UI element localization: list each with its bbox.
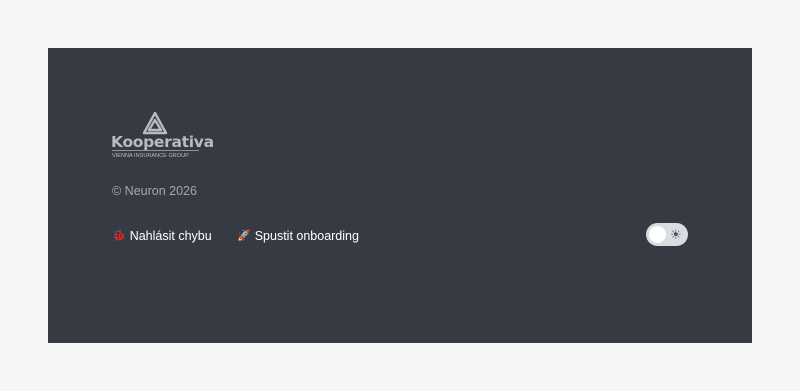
logo-mark-icon (142, 111, 168, 135)
theme-toggle[interactable]: ☀ (646, 223, 688, 246)
toggle-knob (649, 226, 666, 243)
bug-icon: 🐞 (112, 230, 126, 242)
report-bug-label: Nahlásit chybu (129, 229, 212, 243)
kooperativa-logo: Kooperativa VIENNA INSURANCE GROUP (111, 111, 214, 161)
sun-icon: ☀ (670, 227, 682, 242)
logo-tagline: VIENNA INSURANCE GROUP (112, 153, 189, 159)
copyright-text: © Neuron 2026 (112, 184, 197, 198)
logo-divider (112, 150, 199, 151)
start-onboarding-label: Spustit onboarding (254, 229, 359, 243)
footer: Kooperativa VIENNA INSURANCE GROUP © Neu… (48, 48, 752, 343)
rocket-icon: 🚀 (237, 230, 251, 242)
logo-wordmark: Kooperativa (111, 133, 214, 151)
start-onboarding-link[interactable]: 🚀 Spustit onboarding (237, 228, 359, 244)
report-bug-link[interactable]: 🐞 Nahlásit chybu (112, 228, 212, 244)
